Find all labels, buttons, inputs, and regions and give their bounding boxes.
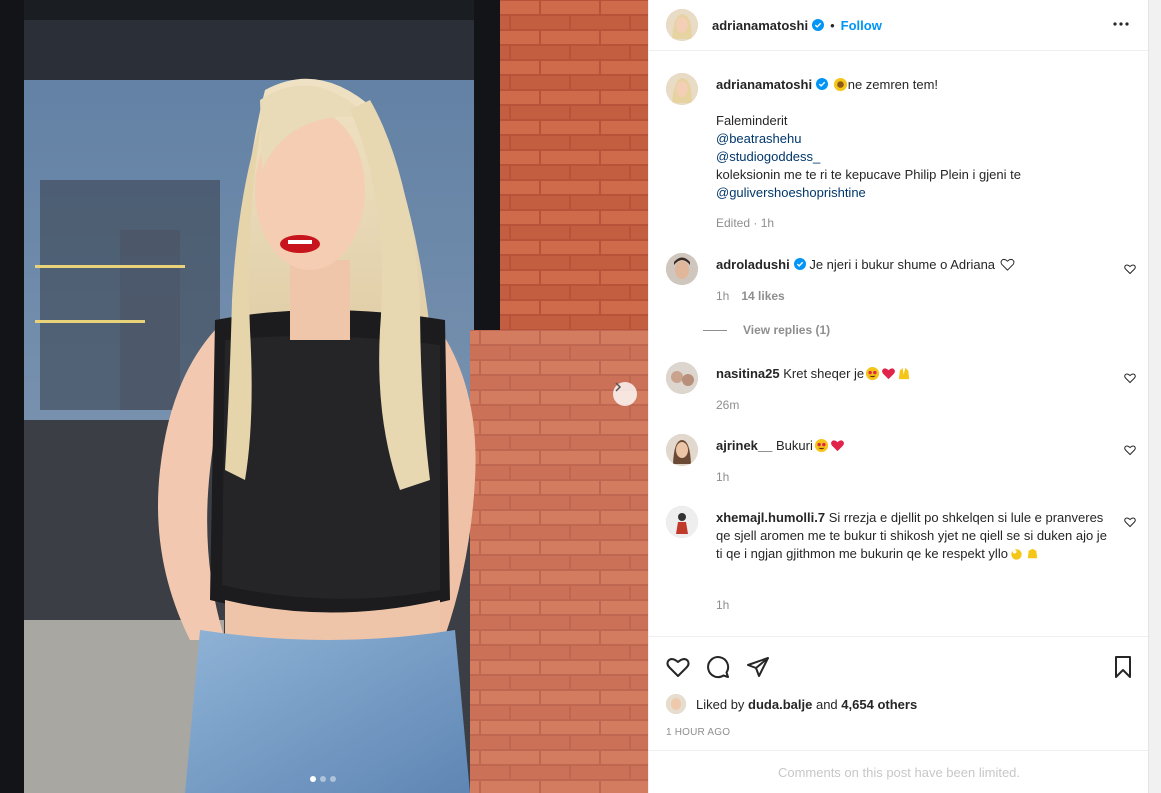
likes-summary: Liked by duda.balje and 4,654 others [666,694,917,714]
comment-time: 26m [716,398,740,412]
comment-body: Bukuri [776,438,813,453]
mention-link[interactable]: @gulivershoeshoprishtine [716,184,1116,202]
comment-text: xhemajl.humolli.7 Si rrezja e djellit po… [716,509,1116,563]
comment: ajrinek__ Bukuri 1h [666,434,1136,494]
comment-body: Kret sheqer je [783,366,865,381]
comments-limited-notice: Comments on this post have been limited. [649,750,1149,793]
like-comment-icon[interactable] [1124,516,1136,528]
comment-username[interactable]: ajrinek__ [716,438,772,453]
post-detail-panel: adrianamatoshi • Follow adrianamatoshi n… [648,0,1149,793]
comment-time: 1h [716,598,730,612]
carousel-dot [310,776,316,782]
comment-icon[interactable] [706,655,730,679]
next-image-button[interactable] [613,382,637,406]
raising-hands-emoji-icon [899,367,910,380]
carousel-dot [320,776,326,782]
comment-time: 1h [716,289,730,303]
more-options-button[interactable] [1111,14,1131,34]
likes-prefix: Liked by [696,696,745,712]
clapping-hands-emoji-icon [1027,548,1038,559]
post-header: adrianamatoshi • Follow [649,0,1149,51]
comment-username[interactable]: adroladushi [716,257,790,272]
comment-text: ajrinek__ Bukuri [716,437,1116,455]
avatar[interactable] [666,434,698,466]
chevron-right-icon [615,382,622,392]
caption-username[interactable]: adrianamatoshi [716,77,812,92]
avatar[interactable] [666,253,698,285]
post-photo[interactable] [0,0,648,793]
view-replies-button[interactable]: View replies (1) [703,323,830,337]
mention-link[interactable]: @studiogoddess_ [716,148,1116,166]
comment: nasitina25 Kret sheqer je 26m [666,362,1136,422]
follow-button[interactable]: Follow [841,18,882,33]
comment-text: nasitina25 Kret sheqer je [716,365,1116,383]
caption-text: adrianamatoshi ne zemren tem! Faleminder… [716,76,1116,202]
comment: xhemajl.humolli.7 Si rrezja e djellit po… [666,506,1136,616]
avatar[interactable] [666,694,686,714]
mention-link[interactable]: @beatrashehu [716,130,1116,148]
comment-meta: 1h [716,470,729,484]
share-icon[interactable] [746,655,770,679]
red-heart-emoji-icon [882,368,896,380]
caption-first-line: ne zemren tem! [847,77,939,92]
comment-likes[interactable]: 14 likes [741,289,784,303]
comment-time: 1h [716,470,730,484]
like-comment-icon[interactable] [1124,263,1136,275]
post-timestamp[interactable]: 1 HOUR AGO [666,727,730,738]
avatar[interactable] [666,362,698,394]
post-username[interactable]: adrianamatoshi [712,18,808,33]
carousel-indicator [310,776,336,782]
photo-illustration [0,0,648,793]
caption-meta: Edited · 1h [716,216,775,230]
caption-line: Faleminderit [716,113,788,128]
heart-icon[interactable] [666,655,690,679]
comment-meta: 1h 14 likes [716,289,785,303]
verified-icon [812,19,825,31]
like-comment-icon[interactable] [1124,444,1136,456]
avatar[interactable] [666,9,698,41]
white-heart-emoji-icon [1000,258,1015,271]
comment-username[interactable]: nasitina25 [716,366,780,381]
red-heart-emoji-icon [830,440,844,452]
comment-meta: 1h [716,598,729,612]
header-separator: • [830,17,835,33]
likes-and: and [815,696,838,712]
caption-line: koleksionin me te ri te kepucave Philip … [716,167,1021,182]
star-struck-emoji-icon [866,366,880,381]
comments-list[interactable]: adrianamatoshi ne zemren tem! Faleminder… [649,52,1149,636]
scrollbar[interactable] [1148,0,1161,793]
star-struck-emoji-icon [814,438,828,453]
caption: adrianamatoshi ne zemren tem! Faleminder… [666,73,1136,233]
carousel-dot [330,776,336,782]
like-comment-icon[interactable] [1124,372,1136,384]
likes-user[interactable]: duda.balje [748,697,812,712]
more-icon [1113,22,1129,26]
avatar[interactable] [666,506,698,538]
view-replies-label: View replies (1) [743,323,831,337]
verified-icon [816,78,829,90]
comment-body: Je njeri i bukur shume o Adriana [809,257,996,272]
bookmark-icon[interactable] [1111,655,1135,679]
comment-meta: 26m [716,398,739,412]
verified-icon [793,258,806,270]
likes-others[interactable]: 4,654 others [841,697,917,712]
comment-text: adroladushi Je njeri i bukur shume o Adr… [716,256,1116,274]
avatar[interactable] [666,73,698,105]
comment-username[interactable]: xhemajl.humolli.7 [716,510,825,525]
sunflower-emoji-icon [833,77,847,92]
ok-hand-emoji-icon [1011,549,1022,560]
post-actions [649,636,1149,692]
